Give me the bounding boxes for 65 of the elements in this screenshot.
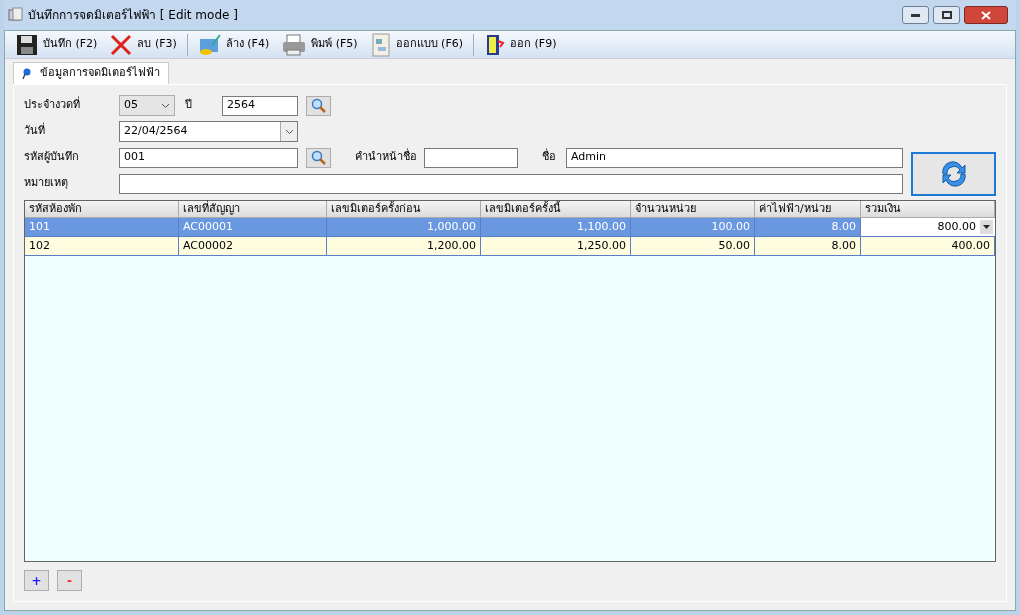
delete-icon [109, 32, 134, 57]
printer-icon [281, 32, 308, 57]
table-row[interactable]: 101 AC00001 1,000.00 1,100.00 100.00 8.00 800.00 [25, 218, 995, 237]
field-label: รหัสผู้บันทึก [24, 149, 80, 166]
search-button[interactable] [306, 147, 331, 168]
search-button[interactable] [306, 95, 331, 116]
maximize-icon [941, 11, 952, 19]
table-cell: 101 [25, 218, 179, 236]
column-header[interactable]: รหัสห้องพัก [25, 201, 179, 217]
field-label: ชื่อ [542, 149, 557, 166]
refresh-button[interactable] [911, 152, 996, 196]
window-icon [8, 7, 24, 23]
toolbar-button[interactable]: พิมพ์ (F5) [279, 32, 360, 57]
column-header[interactable]: เลขที่สัญญา [179, 201, 327, 217]
pin-icon [22, 67, 32, 80]
table-cell: 8.00 [755, 237, 861, 255]
table-cell: 50.00 [631, 237, 755, 255]
column-header[interactable]: จำนวนหน่วย [631, 201, 755, 217]
cell-editor[interactable]: 800.00 [861, 218, 995, 236]
paint-icon [197, 32, 222, 57]
column-header[interactable]: เลขมิเตอร์ครั้งนี้ [481, 201, 631, 217]
column-header[interactable]: รวมเงิน [861, 201, 995, 217]
table-cell: 400.00 [861, 237, 995, 255]
field-label: วันที่ [24, 123, 46, 140]
table-cell: 102 [25, 237, 179, 255]
search-icon [310, 97, 327, 114]
chevron-down-icon [161, 102, 170, 109]
maximize-button[interactable] [933, 6, 960, 24]
field-label: หมายเหตุ [24, 175, 69, 192]
close-button[interactable] [964, 6, 1008, 24]
table-cell: 100.00 [631, 218, 755, 236]
close-icon [981, 10, 991, 20]
field-label: ปี [185, 97, 193, 114]
table-cell: AC00001 [179, 218, 327, 236]
toolbar-button[interactable]: ออกแบบ (F6) [367, 32, 466, 57]
table-cell: 1,250.00 [481, 237, 631, 255]
minimize-icon [911, 13, 920, 17]
field-label: ประจำงวดที่ [24, 97, 81, 114]
search-icon [310, 149, 327, 166]
column-header[interactable]: เลขมิเตอร์ครั้งก่อน [327, 201, 481, 217]
document-icon [369, 32, 392, 57]
name-field[interactable]: Admin [566, 147, 903, 168]
toolbar-button[interactable]: ล้าง (F4) [195, 32, 272, 57]
toolbar-button[interactable]: บันทึก (F2) [13, 32, 100, 57]
period-dropdown[interactable]: 05 [119, 95, 175, 116]
column-header[interactable]: ค่าไฟฟ้า/หน่วย [755, 201, 861, 217]
window-title: บันทึกการจดมิเตอร์ไฟฟ้า [ Edit mode ] [28, 7, 238, 24]
date-picker[interactable]: 22/04/2564 [119, 121, 298, 142]
year-field[interactable]: 2564 [222, 95, 298, 116]
field-label: คำนำหน้าชื่อ [355, 149, 418, 166]
note-field[interactable] [119, 173, 903, 194]
minimize-button[interactable] [902, 6, 929, 24]
table-row[interactable]: 102 AC00002 1,200.00 1,250.00 50.00 8.00 400.00 [25, 237, 995, 256]
toolbar-button[interactable]: ออก (F9) [482, 32, 559, 57]
table-cell: 1,000.00 [327, 218, 481, 236]
prefix-field[interactable] [424, 147, 518, 168]
recorder-field[interactable]: 001 [119, 147, 298, 168]
add-row-button[interactable]: + [24, 570, 49, 591]
toolbar-button[interactable]: ลบ (F3) [107, 32, 179, 57]
chevron-down-icon [284, 128, 294, 135]
tab[interactable]: ข้อมูลการจดมิเตอร์ไฟฟ้า [13, 62, 169, 84]
table-cell: 1,100.00 [481, 218, 631, 236]
table-cell: AC00002 [179, 237, 327, 255]
table-cell: 1,200.00 [327, 237, 481, 255]
door-icon [484, 32, 507, 57]
